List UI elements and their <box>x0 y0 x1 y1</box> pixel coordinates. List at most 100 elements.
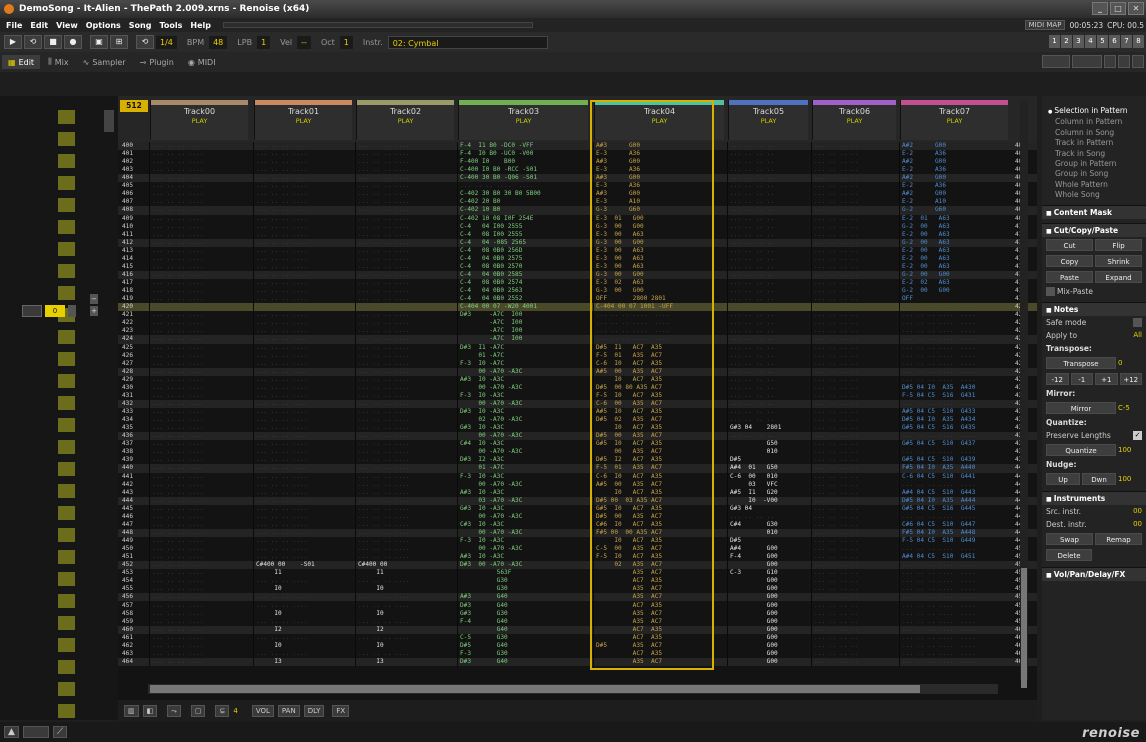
track-cell[interactable]: ... .. .. .... <box>152 376 248 384</box>
upper-frame-toggle[interactable] <box>1132 55 1144 68</box>
nudge-down-button[interactable]: Dwn <box>1082 472 1116 485</box>
track-cell[interactable]: E-2 00 A63 <box>902 263 1008 271</box>
loop-button[interactable]: ⟲ <box>24 35 42 49</box>
track-cell[interactable]: ... .. .. .... <box>152 400 248 408</box>
track-cell[interactable]: E-2 A36 <box>902 150 1008 158</box>
track-cell[interactable]: C-4 04 0B0 2552 <box>460 295 588 303</box>
track-cell[interactable]: ... .. .. .. <box>814 279 896 287</box>
track-cell[interactable]: G#3 04 2801 <box>730 424 808 432</box>
nudge-up-button[interactable]: Up <box>1046 472 1080 485</box>
flip-button[interactable]: Flip <box>1095 238 1142 251</box>
sequence-slot[interactable] <box>58 396 75 410</box>
track-cell[interactable]: ... .. .. .. <box>814 182 896 190</box>
track-cell[interactable]: C-4 04 0B0 2563 <box>460 287 588 295</box>
track-cell[interactable]: A#3 I0 -A3C <box>460 553 588 561</box>
track-cell[interactable]: G#3 I0 -A3C <box>460 505 588 513</box>
menu-help[interactable]: Help <box>190 21 211 30</box>
follow-button[interactable]: ⊞ <box>110 35 128 49</box>
track-cell[interactable]: ... .. .. .... <box>358 489 454 497</box>
sequence-slot[interactable] <box>58 264 75 278</box>
track-cell[interactable]: ... .. .. .. <box>814 553 896 561</box>
track-cell[interactable]: ... .. .. .... <box>358 529 454 537</box>
pattern-length[interactable]: 512 <box>120 100 148 112</box>
track-cell[interactable]: ... .. .. .... <box>152 174 248 182</box>
track-cell[interactable]: ... .. .. .... <box>256 368 352 376</box>
track-cell[interactable]: ... .. .. .... <box>152 650 248 658</box>
track-cell[interactable]: ... .. .. .... <box>152 263 248 271</box>
dropdown-icon[interactable] <box>1104 55 1116 68</box>
track-cell[interactable]: ... .. .. .. <box>814 142 896 150</box>
track-cell[interactable]: ... .. .. .... <box>152 481 248 489</box>
track-cell[interactable]: ... .. .. .... <box>358 593 454 601</box>
track-cell[interactable]: ... .. .. .... <box>152 505 248 513</box>
track-cell[interactable]: ... .. .. .. <box>814 287 896 295</box>
track-cell[interactable]: ... .. .. .... <box>152 408 248 416</box>
sequence-slot[interactable] <box>58 352 75 366</box>
track-cell[interactable]: F-4 G00 <box>730 553 808 561</box>
track-cell[interactable]: ... .. .. .... <box>256 489 352 497</box>
track-cell[interactable]: ... .. .. .... <box>256 190 352 198</box>
lower-frame-toggle-icon[interactable]: ▲ <box>4 726 19 738</box>
track-cell[interactable]: ... .. .. .... <box>152 553 248 561</box>
track-cell[interactable]: ... .. .. .... <box>358 376 454 384</box>
track-cell[interactable]: ... .. .. .... <box>256 521 352 529</box>
disk-browser-icon[interactable] <box>22 726 49 738</box>
track-cell[interactable]: ... .. .. .... <box>152 602 248 610</box>
track-cell[interactable]: ... .. .. .... <box>358 360 454 368</box>
track-cell[interactable]: ... .. .. .... <box>152 311 248 319</box>
track-cell[interactable]: ... .. .. .. <box>814 247 896 255</box>
track-cell[interactable]: ... .. .. .. <box>814 440 896 448</box>
track-cell[interactable]: A#5 I1 G20 <box>730 489 808 497</box>
track-cell[interactable]: F-3 I0 -A3C <box>460 392 588 400</box>
track-cell[interactable]: ... .. .. .. <box>814 311 896 319</box>
track-cell[interactable]: ... .. .. .... <box>358 481 454 489</box>
track-cell[interactable]: ... .. .. .. <box>814 376 896 384</box>
track-cell[interactable]: ... .. .. .. <box>814 634 896 642</box>
sequence-slot[interactable] <box>58 484 75 498</box>
track-cell[interactable]: ... .. .. .... .... <box>902 577 1008 585</box>
scope-column-in-pattern[interactable]: Column in Pattern <box>1048 117 1146 127</box>
track-cell[interactable]: I0 <box>358 585 454 593</box>
record-button[interactable]: ● <box>64 35 82 49</box>
track-cell[interactable]: C-402 20 B0 <box>460 198 588 206</box>
track-cell[interactable]: 00 -A70 -A3C <box>460 545 588 553</box>
sequence-side-button[interactable] <box>68 305 76 317</box>
track-cell[interactable]: ... .. .. .... <box>152 537 248 545</box>
track-cell[interactable]: ... .. .. .. <box>814 239 896 247</box>
track-cell[interactable]: E-2 A10 <box>902 198 1008 206</box>
track-cell[interactable]: ... .. .. .... <box>358 464 454 472</box>
track-cell[interactable]: ... .. .. .... <box>358 142 454 150</box>
track-cell[interactable]: ... .. .. .. <box>814 464 896 472</box>
track-cell[interactable]: ... .. .. .... <box>358 311 454 319</box>
sequence-slot[interactable] <box>58 220 75 234</box>
track-cell[interactable]: ... .. .. .. <box>730 408 808 416</box>
track-cell[interactable]: G00 <box>730 658 808 666</box>
track-cell[interactable]: G00 <box>730 650 808 658</box>
track-cell[interactable]: G-2 00 A63 <box>902 223 1008 231</box>
track-cell[interactable]: C-5 G30 <box>460 634 588 642</box>
scope-selection-in-pattern[interactable]: Selection in Pattern <box>1048 106 1146 117</box>
maximize-button[interactable]: □ <box>1110 2 1126 15</box>
track-cell[interactable]: G#5 04 C5 S16 G445 <box>902 505 1008 513</box>
mirror-value[interactable]: C-5 <box>1118 404 1142 412</box>
track-cell[interactable]: ... .. .. .. <box>730 182 808 190</box>
scope-whole-pattern[interactable]: Whole Pattern <box>1048 180 1146 190</box>
track-cell[interactable]: ... .. .. .. <box>814 271 896 279</box>
edit-step-value[interactable]: 4 <box>233 707 237 715</box>
track-cell[interactable]: ... .. .. .... .... <box>902 610 1008 618</box>
track-cell[interactable]: ... .. .. .. <box>814 473 896 481</box>
track-cell[interactable]: ... .. .. .... <box>152 319 248 327</box>
track-cell[interactable]: ... .. .. .. <box>814 327 896 335</box>
track-cell[interactable]: F#5 04 I0 A35 A440 <box>902 464 1008 472</box>
track-cell[interactable]: 00 -A70 -A3C <box>460 400 588 408</box>
track-cell[interactable]: ... .. .. .... <box>256 593 352 601</box>
pattern-button-3[interactable]: 3 <box>1073 35 1084 48</box>
track-cell[interactable]: ... .. .. .... <box>256 384 352 392</box>
track-cell[interactable]: ... .. .. .... .... <box>902 481 1008 489</box>
track-cell[interactable]: ... .. .. .. <box>814 448 896 456</box>
track-cell[interactable]: ... .. .. .... .... <box>902 448 1008 456</box>
track-cell[interactable]: ... .. .. .... .... <box>902 311 1008 319</box>
track-cell[interactable]: ... .. .. .. <box>730 263 808 271</box>
track-cell[interactable]: ... .. .. .... .... <box>902 360 1008 368</box>
track-cell[interactable]: ... .. .. .. <box>814 521 896 529</box>
